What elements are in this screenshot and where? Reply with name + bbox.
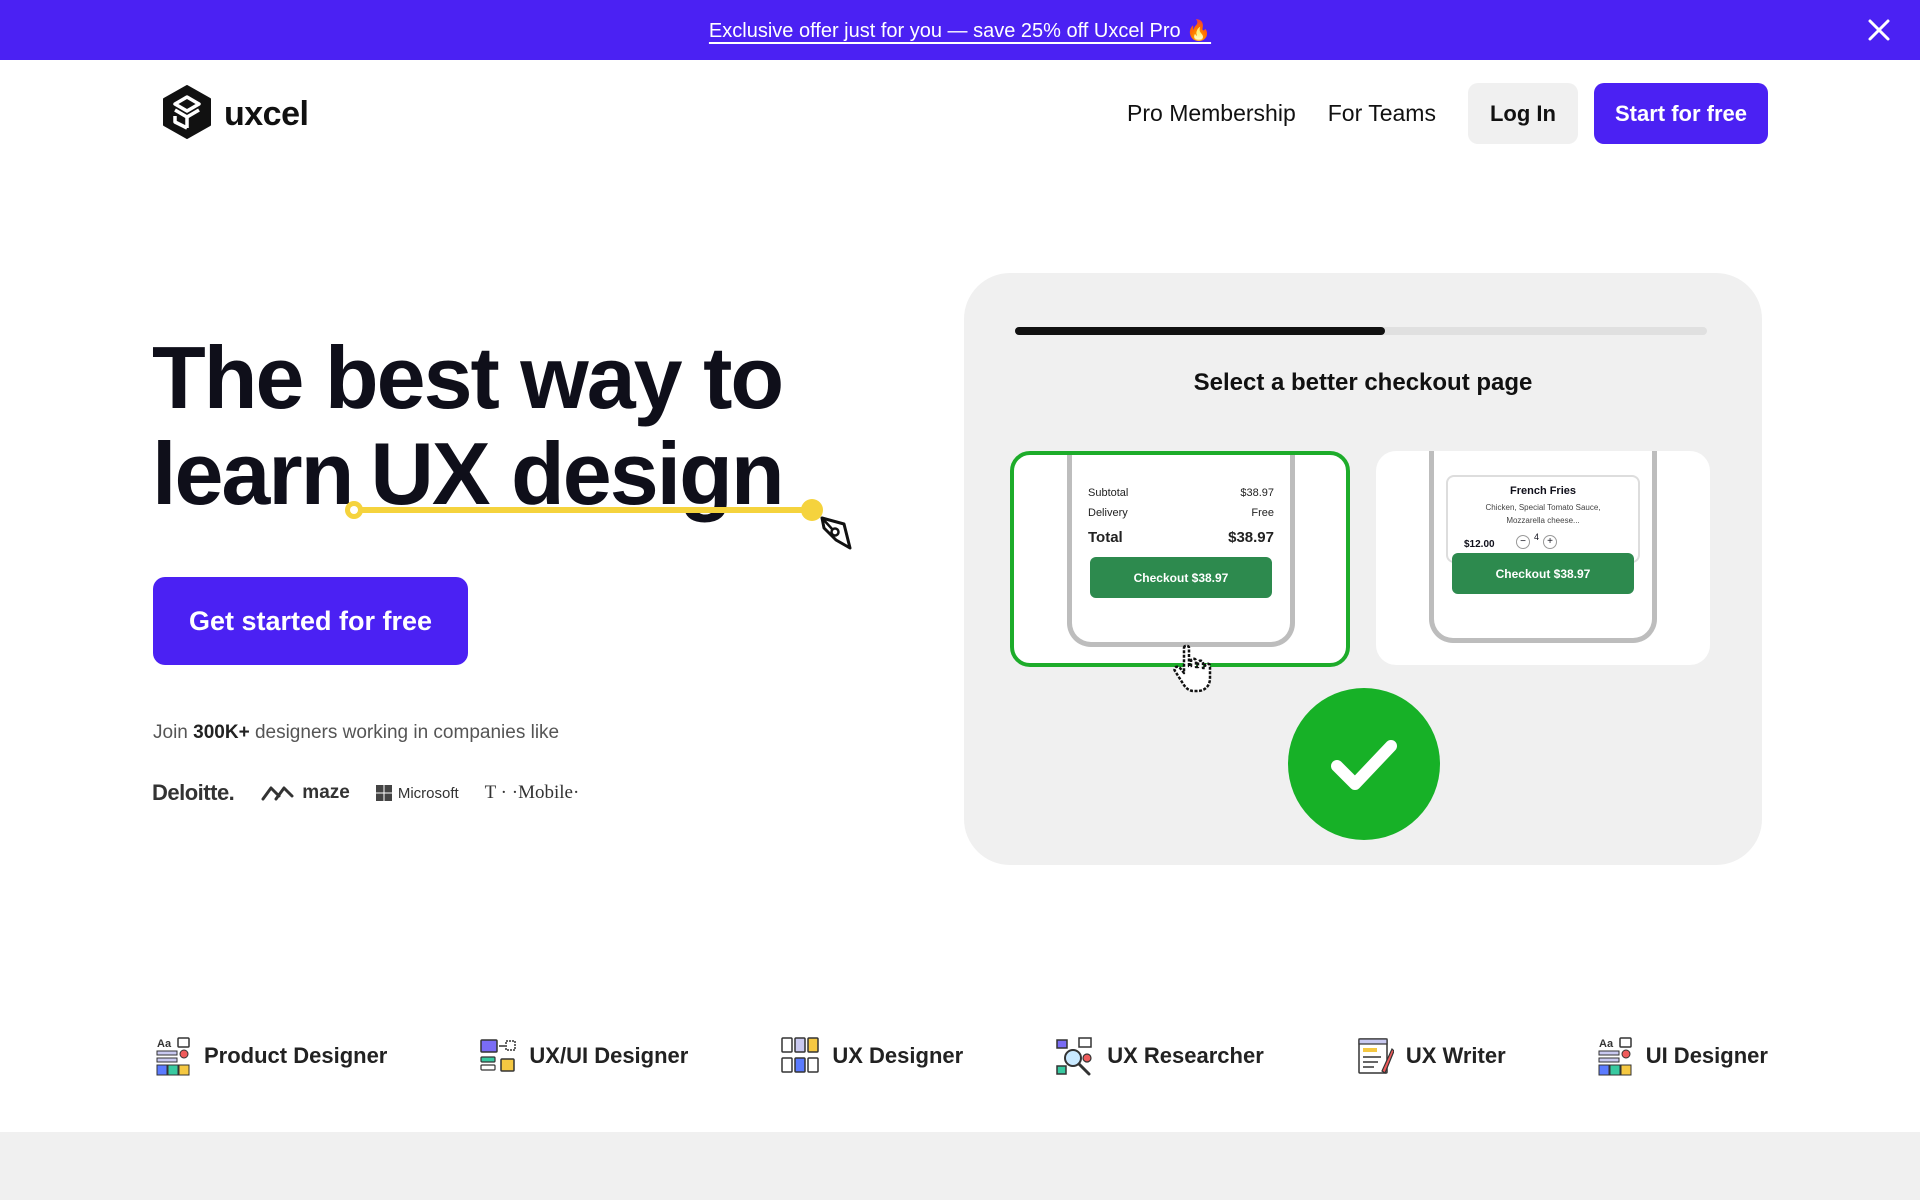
nav-for-teams[interactable]: For Teams xyxy=(1328,100,1436,127)
main-nav: Pro Membership For Teams Log In Start fo… xyxy=(1127,83,1768,144)
checkout-button: Checkout $38.97 xyxy=(1452,553,1634,594)
promo-link[interactable]: Exclusive offer just for you — save 25% … xyxy=(709,18,1211,43)
quiz-progress-fill xyxy=(1015,327,1386,335)
next-section-band xyxy=(0,1132,1920,1200)
hero-title-line1: The best way to xyxy=(152,328,784,427)
maze-logo: maze xyxy=(260,782,350,804)
maze-icon xyxy=(261,786,294,801)
role-ux-writer[interactable]: UX Writer xyxy=(1356,1035,1506,1077)
role-ux-researcher[interactable]: UX Researcher xyxy=(1055,1036,1264,1076)
role-ux-ui-designer[interactable]: UX/UI Designer xyxy=(479,1037,688,1075)
ux-ui-designer-icon xyxy=(480,1039,517,1072)
svg-text:Aa: Aa xyxy=(157,1038,172,1050)
logo[interactable]: uxcel xyxy=(162,85,309,144)
product-designer-icon: Aa xyxy=(156,1037,190,1076)
social-proof-text: Join 300K+ designers working in companie… xyxy=(153,722,560,743)
roles-list: Aa Product Designer UX/UI Designer UX De… xyxy=(156,1035,1768,1077)
logo-text: uxcel xyxy=(224,95,309,133)
role-ui-designer[interactable]: Aa UI Designer xyxy=(1598,1036,1768,1076)
phone-mockup: French Fries Chicken, Special Tomato Sau… xyxy=(1429,451,1657,643)
company-logos: Deloitte. maze Microsoft T · ·Mobile· xyxy=(152,780,579,806)
ux-designer-icon xyxy=(781,1037,820,1073)
quiz-option-b[interactable]: French Fries Chicken, Special Tomato Sau… xyxy=(1376,451,1710,665)
nav-pro-membership[interactable]: Pro Membership xyxy=(1127,100,1296,127)
pen-underline-icon xyxy=(345,499,852,550)
phone-mockup: Subtotal $38.97 Delivery Free Total $38.… xyxy=(1067,455,1295,647)
microsoft-logo: Microsoft xyxy=(375,785,459,802)
hero-title-line2: learn UX design xyxy=(152,424,852,550)
tmobile-logo: T · ·Mobile· xyxy=(484,782,580,803)
quantity-stepper: − 4 + xyxy=(1516,532,1558,549)
uxcel-logo-icon xyxy=(162,85,212,144)
quiz-progress-bar xyxy=(1015,327,1707,335)
deloitte-logo: Deloitte. xyxy=(152,780,235,805)
hero-highlight: UX design xyxy=(345,426,852,550)
ux-researcher-icon xyxy=(1056,1037,1092,1076)
ui-designer-icon: Aa xyxy=(1598,1037,1632,1076)
cart-item: French Fries Chicken, Special Tomato Sau… xyxy=(1446,475,1640,563)
plus-icon: + xyxy=(1543,535,1558,549)
checkout-button: Checkout $38.97 xyxy=(1090,557,1272,598)
close-icon[interactable] xyxy=(1864,15,1894,45)
quiz-option-a[interactable]: Subtotal $38.97 Delivery Free Total $38.… xyxy=(1010,451,1350,667)
join-count: 300K+ xyxy=(193,722,250,743)
promo-banner: Exclusive offer just for you — save 25% … xyxy=(0,0,1920,60)
hand-cursor-icon xyxy=(1170,640,1226,701)
role-product-designer[interactable]: Aa Product Designer xyxy=(156,1036,387,1076)
correct-check-icon xyxy=(1288,688,1440,840)
hero-title-plain: learn xyxy=(152,424,354,523)
role-ux-designer[interactable]: UX Designer xyxy=(780,1036,963,1076)
svg-text:Aa: Aa xyxy=(1599,1038,1614,1050)
get-started-button[interactable]: Get started for free xyxy=(153,577,468,665)
microsoft-icon xyxy=(375,785,392,801)
ux-writer-icon xyxy=(1358,1038,1394,1074)
minus-icon: − xyxy=(1516,535,1530,549)
start-for-free-button[interactable]: Start for free xyxy=(1593,83,1768,144)
hero-title: The best way to learn UX design xyxy=(152,328,852,550)
login-button[interactable]: Log In xyxy=(1467,83,1578,144)
quiz-question: Select a better checkout page xyxy=(1193,369,1533,396)
